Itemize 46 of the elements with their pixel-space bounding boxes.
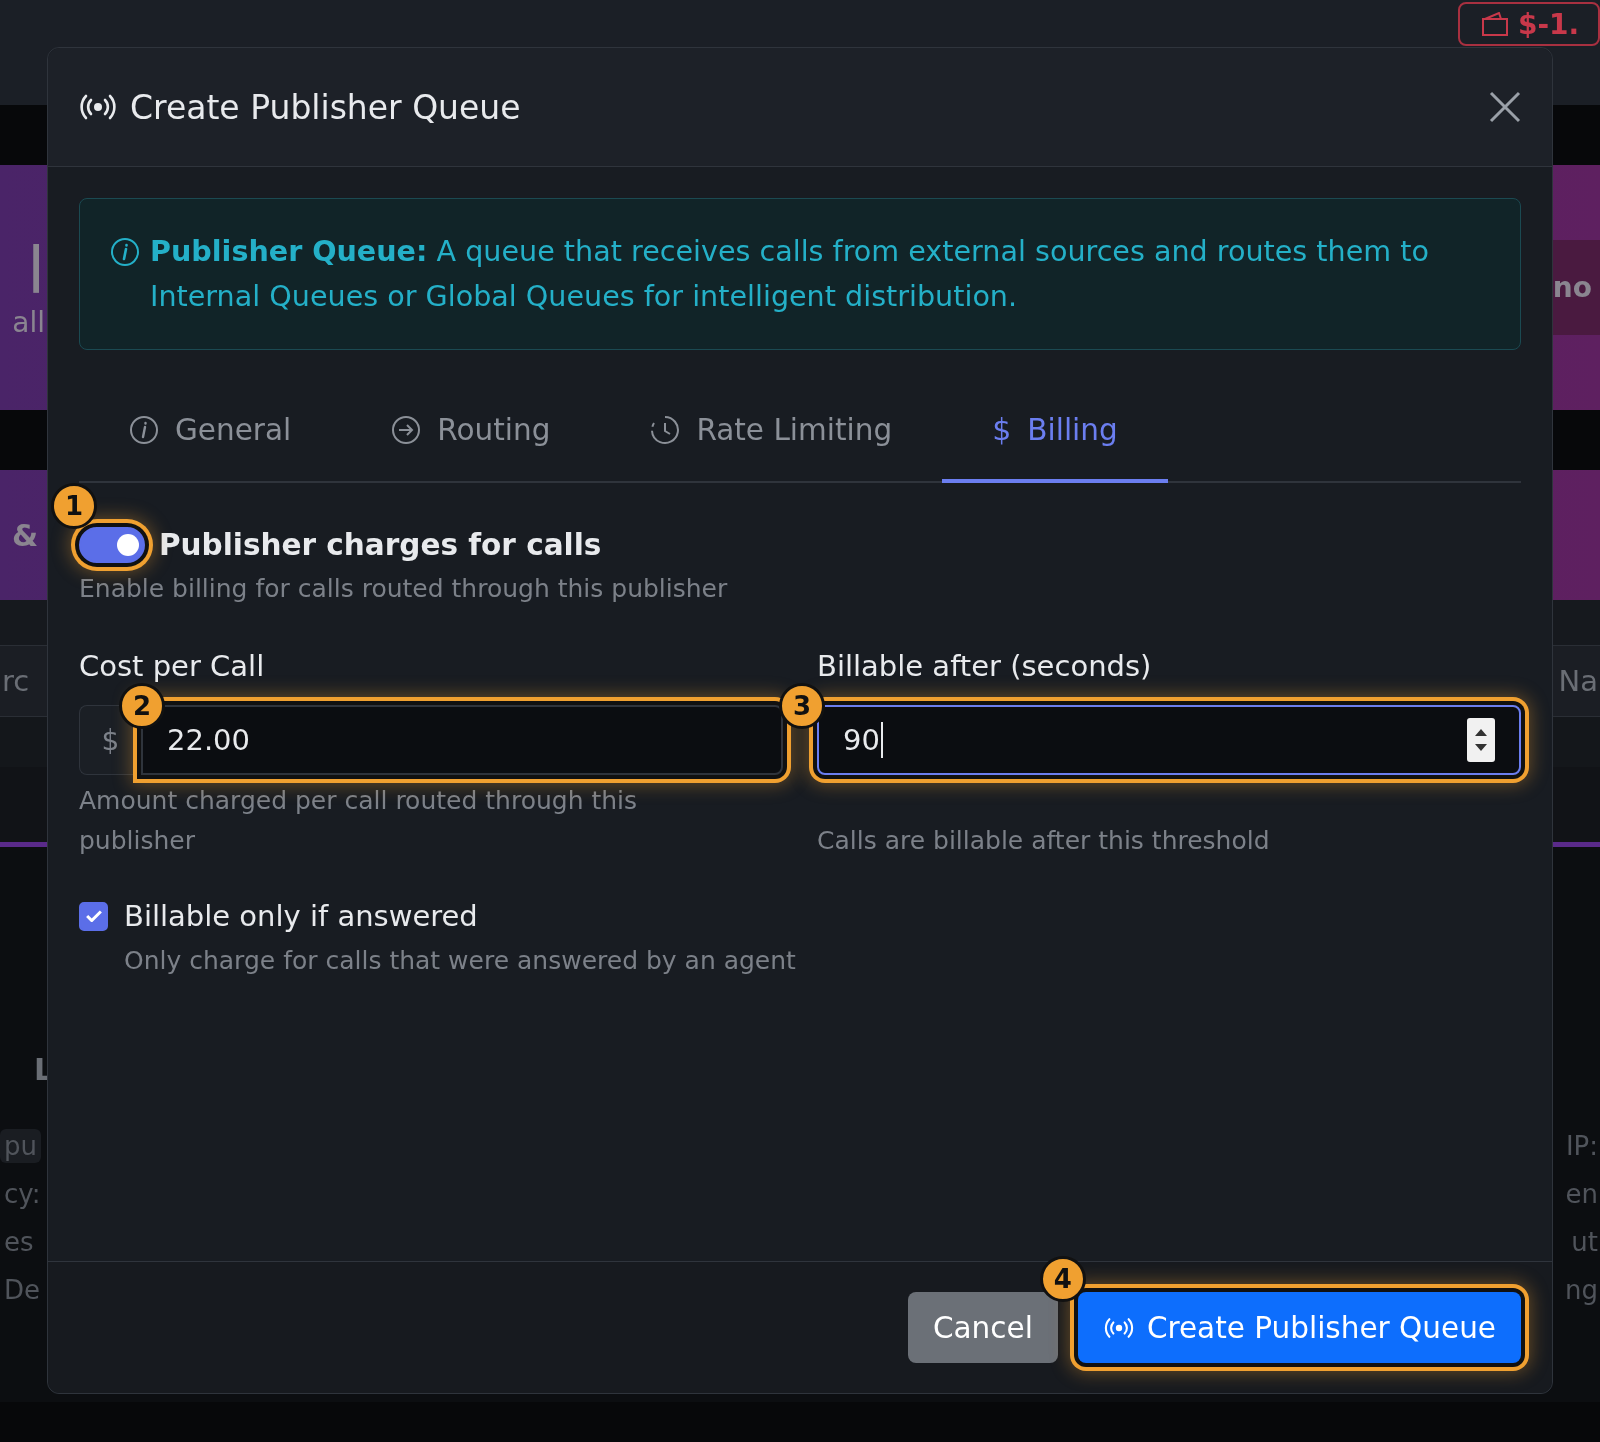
background-text: l: [27, 235, 45, 307]
tab[interactable]: Rate Limiting: [600, 382, 943, 483]
tab[interactable]: $ Billing: [942, 382, 1168, 483]
background-text: all: [12, 306, 45, 340]
check-icon: [85, 910, 102, 922]
help-text: Calls are billable after this threshold: [817, 825, 1271, 857]
background-text: De: [3, 1275, 41, 1305]
background-text: ng: [1565, 1275, 1599, 1305]
step-badge: 3: [779, 683, 825, 729]
arrow-circle-icon: [391, 414, 422, 445]
background-text: &: [12, 517, 39, 553]
broadcast-icon: [78, 93, 118, 121]
close-icon: [1488, 90, 1522, 124]
close-button[interactable]: [1488, 90, 1522, 124]
help-text: Enable billing for calls routed through this publisher: [79, 573, 729, 605]
step-badge: 4: [1039, 1256, 1086, 1302]
help-text: Amount charged per call routed through this publisher: [79, 785, 639, 857]
tab[interactable]: Routing: [341, 382, 601, 483]
field-label: Billable after (seconds): [817, 649, 1153, 683]
background-text: es: [3, 1227, 34, 1257]
wallet-icon: [1482, 12, 1508, 36]
info-text: Publisher Queue: A queue that receives calls from external sources and routes them to Internal Queues or Global Queues for intelligent distribution.: [150, 233, 1430, 315]
cancel-button[interactable]: Cancel: [907, 1292, 1058, 1363]
background-text: ut: [1571, 1227, 1599, 1257]
broadcast-icon: [1102, 1315, 1135, 1340]
background-text: rc: [1, 664, 30, 698]
balance-badge[interactable]: $-1.: [1458, 2, 1600, 46]
step-badge: 2: [119, 683, 165, 729]
step-badge: 1: [51, 483, 97, 529]
background-text: IP:: [1565, 1131, 1599, 1161]
background-text: Na: [1558, 664, 1599, 698]
background-text: en: [1565, 1179, 1599, 1209]
field-label: Cost per Call: [79, 649, 266, 683]
dialog-title: Create Publisher Queue: [130, 87, 521, 127]
tab[interactable]: General: [79, 382, 342, 483]
background-text: pu: [0, 1129, 41, 1163]
background-text: no: [1552, 271, 1592, 304]
toggle-label: Publisher charges for calls: [159, 528, 602, 562]
checkbox[interactable]: [79, 901, 108, 931]
checkbox-label: Billable only if answered: [124, 899, 478, 933]
spinner-icon[interactable]: [1467, 718, 1495, 762]
help-text: Only charge for calls that were answered by an agent: [123, 945, 797, 977]
info-icon: [129, 414, 159, 445]
clock-icon: [650, 414, 681, 445]
info-icon: [110, 237, 140, 267]
background-text: cy:: [3, 1179, 41, 1209]
